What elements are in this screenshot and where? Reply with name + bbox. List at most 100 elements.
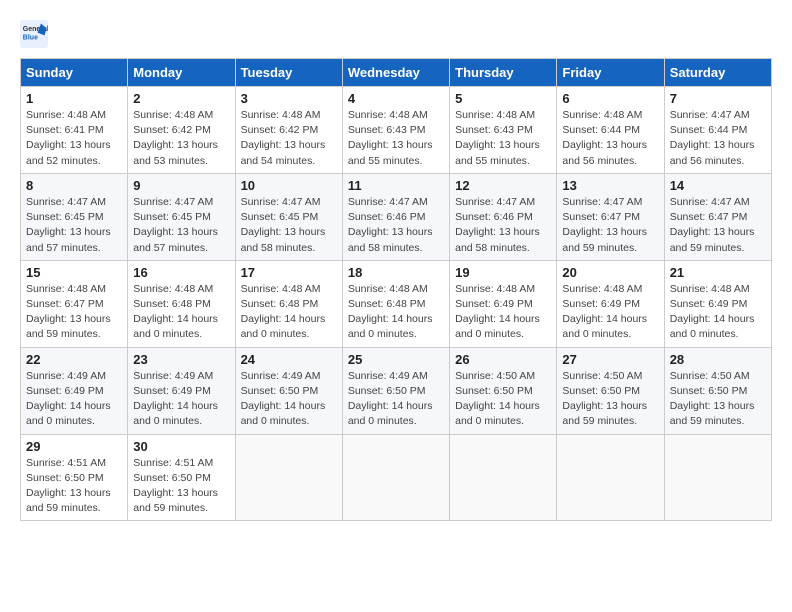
calendar-cell: 4 Sunrise: 4:48 AM Sunset: 6:43 PM Dayli… bbox=[342, 87, 449, 174]
day-number: 4 bbox=[348, 91, 444, 106]
day-number: 15 bbox=[26, 265, 122, 280]
day-detail: Sunrise: 4:49 AM Sunset: 6:49 PM Dayligh… bbox=[133, 369, 229, 430]
day-detail: Sunrise: 4:50 AM Sunset: 6:50 PM Dayligh… bbox=[562, 369, 658, 430]
day-number: 13 bbox=[562, 178, 658, 193]
day-detail: Sunrise: 4:48 AM Sunset: 6:49 PM Dayligh… bbox=[562, 282, 658, 343]
calendar-cell: 23 Sunrise: 4:49 AM Sunset: 6:49 PM Dayl… bbox=[128, 347, 235, 434]
logo-icon: General Blue bbox=[20, 20, 48, 48]
calendar-table: SundayMondayTuesdayWednesdayThursdayFrid… bbox=[20, 58, 772, 521]
day-number: 26 bbox=[455, 352, 551, 367]
day-number: 6 bbox=[562, 91, 658, 106]
header-cell-sunday: Sunday bbox=[21, 59, 128, 87]
calendar-cell: 18 Sunrise: 4:48 AM Sunset: 6:48 PM Dayl… bbox=[342, 260, 449, 347]
day-number: 29 bbox=[26, 439, 122, 454]
day-detail: Sunrise: 4:47 AM Sunset: 6:47 PM Dayligh… bbox=[670, 195, 766, 256]
logo: General Blue bbox=[20, 20, 52, 48]
day-detail: Sunrise: 4:48 AM Sunset: 6:48 PM Dayligh… bbox=[133, 282, 229, 343]
header-row: SundayMondayTuesdayWednesdayThursdayFrid… bbox=[21, 59, 772, 87]
day-number: 10 bbox=[241, 178, 337, 193]
week-row-4: 22 Sunrise: 4:49 AM Sunset: 6:49 PM Dayl… bbox=[21, 347, 772, 434]
day-detail: Sunrise: 4:47 AM Sunset: 6:45 PM Dayligh… bbox=[241, 195, 337, 256]
day-detail: Sunrise: 4:48 AM Sunset: 6:47 PM Dayligh… bbox=[26, 282, 122, 343]
calendar-cell: 27 Sunrise: 4:50 AM Sunset: 6:50 PM Dayl… bbox=[557, 347, 664, 434]
day-number: 7 bbox=[670, 91, 766, 106]
week-row-1: 1 Sunrise: 4:48 AM Sunset: 6:41 PM Dayli… bbox=[21, 87, 772, 174]
calendar-cell: 5 Sunrise: 4:48 AM Sunset: 6:43 PM Dayli… bbox=[450, 87, 557, 174]
day-detail: Sunrise: 4:48 AM Sunset: 6:41 PM Dayligh… bbox=[26, 108, 122, 169]
day-number: 9 bbox=[133, 178, 229, 193]
calendar-cell: 10 Sunrise: 4:47 AM Sunset: 6:45 PM Dayl… bbox=[235, 173, 342, 260]
calendar-cell: 6 Sunrise: 4:48 AM Sunset: 6:44 PM Dayli… bbox=[557, 87, 664, 174]
header-cell-wednesday: Wednesday bbox=[342, 59, 449, 87]
day-number: 18 bbox=[348, 265, 444, 280]
day-detail: Sunrise: 4:50 AM Sunset: 6:50 PM Dayligh… bbox=[455, 369, 551, 430]
day-detail: Sunrise: 4:48 AM Sunset: 6:42 PM Dayligh… bbox=[133, 108, 229, 169]
calendar-cell: 30 Sunrise: 4:51 AM Sunset: 6:50 PM Dayl… bbox=[128, 434, 235, 521]
calendar-cell: 19 Sunrise: 4:48 AM Sunset: 6:49 PM Dayl… bbox=[450, 260, 557, 347]
day-number: 2 bbox=[133, 91, 229, 106]
day-number: 11 bbox=[348, 178, 444, 193]
day-number: 21 bbox=[670, 265, 766, 280]
calendar-cell: 13 Sunrise: 4:47 AM Sunset: 6:47 PM Dayl… bbox=[557, 173, 664, 260]
calendar-cell bbox=[664, 434, 771, 521]
day-number: 28 bbox=[670, 352, 766, 367]
header-cell-saturday: Saturday bbox=[664, 59, 771, 87]
day-number: 12 bbox=[455, 178, 551, 193]
header: General Blue bbox=[20, 20, 772, 48]
svg-text:Blue: Blue bbox=[23, 35, 38, 42]
day-detail: Sunrise: 4:48 AM Sunset: 6:49 PM Dayligh… bbox=[670, 282, 766, 343]
day-number: 19 bbox=[455, 265, 551, 280]
day-detail: Sunrise: 4:49 AM Sunset: 6:50 PM Dayligh… bbox=[241, 369, 337, 430]
calendar-cell: 29 Sunrise: 4:51 AM Sunset: 6:50 PM Dayl… bbox=[21, 434, 128, 521]
calendar-cell: 22 Sunrise: 4:49 AM Sunset: 6:49 PM Dayl… bbox=[21, 347, 128, 434]
calendar-header: SundayMondayTuesdayWednesdayThursdayFrid… bbox=[21, 59, 772, 87]
day-number: 27 bbox=[562, 352, 658, 367]
day-detail: Sunrise: 4:48 AM Sunset: 6:42 PM Dayligh… bbox=[241, 108, 337, 169]
calendar-cell: 14 Sunrise: 4:47 AM Sunset: 6:47 PM Dayl… bbox=[664, 173, 771, 260]
calendar-cell: 7 Sunrise: 4:47 AM Sunset: 6:44 PM Dayli… bbox=[664, 87, 771, 174]
day-detail: Sunrise: 4:51 AM Sunset: 6:50 PM Dayligh… bbox=[133, 456, 229, 517]
day-detail: Sunrise: 4:49 AM Sunset: 6:49 PM Dayligh… bbox=[26, 369, 122, 430]
calendar-cell bbox=[235, 434, 342, 521]
calendar-cell: 20 Sunrise: 4:48 AM Sunset: 6:49 PM Dayl… bbox=[557, 260, 664, 347]
calendar-cell: 26 Sunrise: 4:50 AM Sunset: 6:50 PM Dayl… bbox=[450, 347, 557, 434]
calendar-cell: 21 Sunrise: 4:48 AM Sunset: 6:49 PM Dayl… bbox=[664, 260, 771, 347]
day-detail: Sunrise: 4:47 AM Sunset: 6:45 PM Dayligh… bbox=[26, 195, 122, 256]
day-detail: Sunrise: 4:48 AM Sunset: 6:43 PM Dayligh… bbox=[455, 108, 551, 169]
week-row-5: 29 Sunrise: 4:51 AM Sunset: 6:50 PM Dayl… bbox=[21, 434, 772, 521]
day-detail: Sunrise: 4:47 AM Sunset: 6:45 PM Dayligh… bbox=[133, 195, 229, 256]
day-number: 30 bbox=[133, 439, 229, 454]
day-detail: Sunrise: 4:50 AM Sunset: 6:50 PM Dayligh… bbox=[670, 369, 766, 430]
day-number: 20 bbox=[562, 265, 658, 280]
day-detail: Sunrise: 4:47 AM Sunset: 6:44 PM Dayligh… bbox=[670, 108, 766, 169]
day-number: 17 bbox=[241, 265, 337, 280]
day-detail: Sunrise: 4:48 AM Sunset: 6:48 PM Dayligh… bbox=[241, 282, 337, 343]
day-detail: Sunrise: 4:47 AM Sunset: 6:46 PM Dayligh… bbox=[455, 195, 551, 256]
calendar-cell: 12 Sunrise: 4:47 AM Sunset: 6:46 PM Dayl… bbox=[450, 173, 557, 260]
week-row-2: 8 Sunrise: 4:47 AM Sunset: 6:45 PM Dayli… bbox=[21, 173, 772, 260]
header-cell-friday: Friday bbox=[557, 59, 664, 87]
calendar-cell: 17 Sunrise: 4:48 AM Sunset: 6:48 PM Dayl… bbox=[235, 260, 342, 347]
calendar-cell: 28 Sunrise: 4:50 AM Sunset: 6:50 PM Dayl… bbox=[664, 347, 771, 434]
day-number: 8 bbox=[26, 178, 122, 193]
calendar-cell: 3 Sunrise: 4:48 AM Sunset: 6:42 PM Dayli… bbox=[235, 87, 342, 174]
day-number: 24 bbox=[241, 352, 337, 367]
calendar-body: 1 Sunrise: 4:48 AM Sunset: 6:41 PM Dayli… bbox=[21, 87, 772, 521]
calendar-cell: 15 Sunrise: 4:48 AM Sunset: 6:47 PM Dayl… bbox=[21, 260, 128, 347]
calendar-cell bbox=[342, 434, 449, 521]
header-cell-monday: Monday bbox=[128, 59, 235, 87]
day-detail: Sunrise: 4:51 AM Sunset: 6:50 PM Dayligh… bbox=[26, 456, 122, 517]
calendar-cell: 25 Sunrise: 4:49 AM Sunset: 6:50 PM Dayl… bbox=[342, 347, 449, 434]
day-detail: Sunrise: 4:49 AM Sunset: 6:50 PM Dayligh… bbox=[348, 369, 444, 430]
day-detail: Sunrise: 4:47 AM Sunset: 6:46 PM Dayligh… bbox=[348, 195, 444, 256]
calendar-cell: 1 Sunrise: 4:48 AM Sunset: 6:41 PM Dayli… bbox=[21, 87, 128, 174]
calendar-cell: 16 Sunrise: 4:48 AM Sunset: 6:48 PM Dayl… bbox=[128, 260, 235, 347]
calendar-cell bbox=[557, 434, 664, 521]
week-row-3: 15 Sunrise: 4:48 AM Sunset: 6:47 PM Dayl… bbox=[21, 260, 772, 347]
day-detail: Sunrise: 4:48 AM Sunset: 6:43 PM Dayligh… bbox=[348, 108, 444, 169]
day-number: 22 bbox=[26, 352, 122, 367]
calendar-cell: 9 Sunrise: 4:47 AM Sunset: 6:45 PM Dayli… bbox=[128, 173, 235, 260]
day-detail: Sunrise: 4:48 AM Sunset: 6:44 PM Dayligh… bbox=[562, 108, 658, 169]
calendar-cell: 2 Sunrise: 4:48 AM Sunset: 6:42 PM Dayli… bbox=[128, 87, 235, 174]
day-number: 25 bbox=[348, 352, 444, 367]
